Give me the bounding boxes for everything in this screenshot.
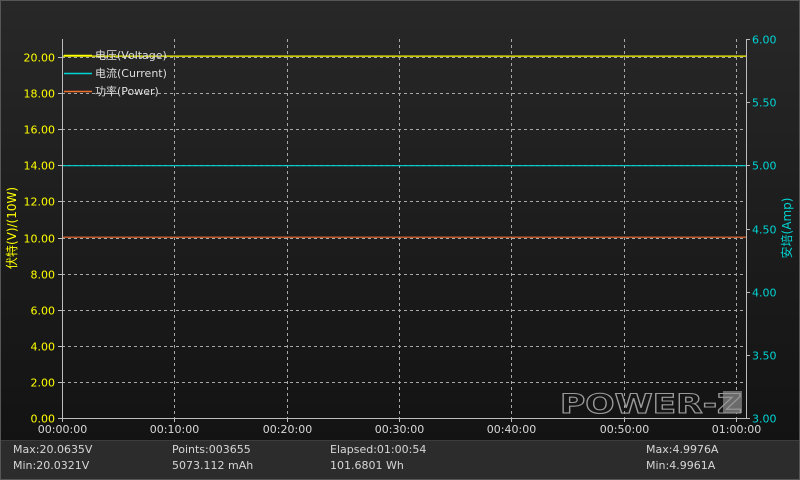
chart-plot[interactable]: POWER-Z 电压(Voltage)电流(Current)功率(Power) … bbox=[0, 0, 800, 440]
y-right-tick-label: 5.00 bbox=[752, 160, 777, 173]
y-left-tick-label: 12.00 bbox=[24, 196, 56, 209]
energy-readout: 101.6801 Wh bbox=[330, 459, 404, 472]
voltage-min-readout: Min:20.0321V bbox=[13, 459, 90, 472]
y-right-tick-label: 6.00 bbox=[752, 34, 777, 47]
series-layer bbox=[62, 55, 746, 238]
x-tick-label: 00:20:00 bbox=[263, 423, 312, 436]
y-right-axis-title: 安培(Amp) bbox=[779, 198, 794, 259]
y-left-tick-label: 14.00 bbox=[24, 160, 56, 173]
x-tick-label: 00:50:00 bbox=[600, 423, 649, 436]
x-tick-label: 00:40:00 bbox=[487, 423, 536, 436]
current-min-readout: Min:4.9961A bbox=[646, 459, 716, 472]
status-bar: Max:20.0635V Min:20.0321V Points:003655 … bbox=[0, 440, 800, 480]
y-left-tick-label: 16.00 bbox=[24, 124, 56, 137]
x-tick-label: 01:00:00 bbox=[712, 423, 761, 436]
x-tick-label: 00:00:00 bbox=[38, 423, 87, 436]
power-z-watermark: POWER-Z bbox=[559, 388, 742, 420]
y-right-tick-label: 5.50 bbox=[752, 97, 777, 110]
x-tick-label: 00:30:00 bbox=[375, 423, 424, 436]
y-left-tick-label: 8.00 bbox=[31, 269, 56, 282]
x-tick-label: 00:10:00 bbox=[150, 423, 199, 436]
y-right-tick-label: 4.50 bbox=[752, 224, 777, 237]
grid-layer bbox=[62, 39, 746, 418]
axes-layer bbox=[58, 39, 750, 422]
watermark-logo-text: POWER-Z bbox=[560, 389, 742, 420]
legend-label-0: 电压(Voltage) bbox=[95, 49, 167, 62]
y-left-tick-label: 4.00 bbox=[31, 341, 56, 354]
chart-area: POWER-Z 电压(Voltage) 电流(Current) 功率(Power) … bbox=[0, 0, 800, 440]
points-readout: Points:003655 bbox=[172, 443, 251, 456]
legend-label-2: 功率(Power) bbox=[95, 84, 159, 98]
power-z-window: POWER-Z 电压(Voltage) 电流(Current) 功率(Power) … bbox=[0, 0, 800, 480]
y-left-tick-label: 6.00 bbox=[31, 305, 56, 318]
voltage-max-readout: Max:20.0635V bbox=[13, 443, 93, 456]
legend-label-1: 电流(Current) bbox=[95, 66, 167, 80]
y-right-tick-label: 4.00 bbox=[752, 287, 777, 300]
y-right-tick-label: 3.50 bbox=[752, 350, 777, 363]
y-left-tick-label: 18.00 bbox=[24, 88, 56, 101]
y-left-tick-label: 2.00 bbox=[31, 377, 56, 390]
capacity-readout: 5073.112 mAh bbox=[172, 459, 254, 472]
current-max-readout: Max:4.9976A bbox=[646, 443, 719, 456]
y-left-axis-title: 伏特(V)/(10W) bbox=[4, 187, 19, 269]
y-left-tick-label: 10.00 bbox=[24, 233, 56, 246]
elapsed-readout: Elapsed:01:00:54 bbox=[330, 443, 427, 456]
y-left-tick-label: 20.00 bbox=[24, 52, 56, 65]
